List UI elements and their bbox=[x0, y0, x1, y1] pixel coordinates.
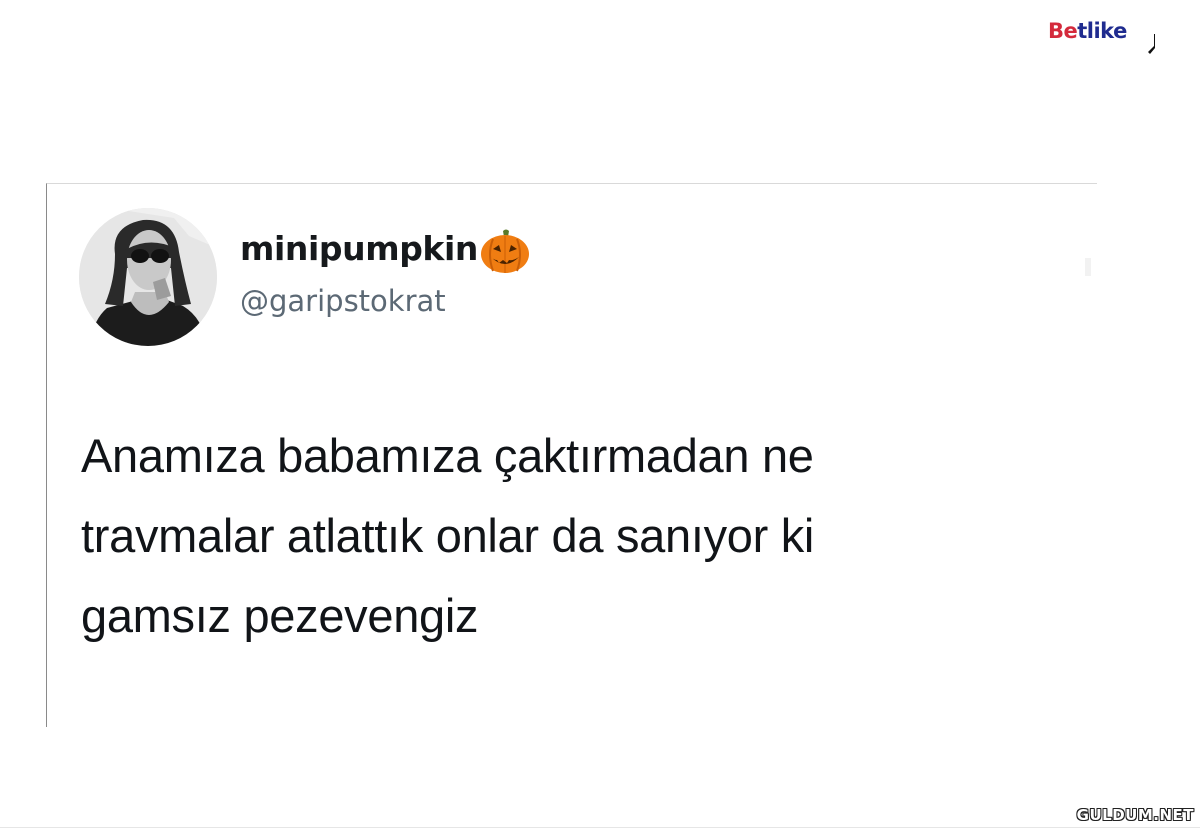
page: Betlike minipumpkin @garipstokrat Anamız… bbox=[0, 0, 1200, 829]
display-name[interactable]: minipumpkin bbox=[240, 228, 478, 270]
tweet-card: minipumpkin @garipstokrat Anamıza babamı… bbox=[46, 183, 1097, 727]
edge-artifact bbox=[1085, 258, 1091, 276]
corner-mark-icon bbox=[1148, 34, 1155, 54]
bottom-divider bbox=[0, 827, 1200, 828]
avatar[interactable] bbox=[79, 208, 217, 346]
betlike-logo-text: Betlike bbox=[1048, 19, 1127, 43]
jack-o-lantern-icon bbox=[480, 229, 529, 273]
display-name-row: minipumpkin bbox=[240, 224, 531, 274]
tweet-text: Anamıza babamıza çaktırmadan ne travmala… bbox=[81, 416, 1081, 656]
username-handle[interactable]: @garipstokrat bbox=[240, 282, 446, 320]
brand-part-1: Be bbox=[1048, 19, 1078, 43]
brand-part-2: tlike bbox=[1077, 19, 1127, 43]
tweet-text-line-2: travmalar atlattık onlar da sanıyor ki bbox=[81, 509, 815, 562]
guldum-watermark: GULDUM.NET bbox=[1076, 806, 1194, 824]
tweet-text-line-1: Anamıza babamıza çaktırmadan ne bbox=[81, 429, 814, 482]
avatar-photo-icon bbox=[79, 208, 217, 346]
betlike-logo[interactable]: Betlike bbox=[1036, 8, 1156, 54]
tweet-text-line-3: gamsız pezevengiz bbox=[81, 589, 479, 642]
